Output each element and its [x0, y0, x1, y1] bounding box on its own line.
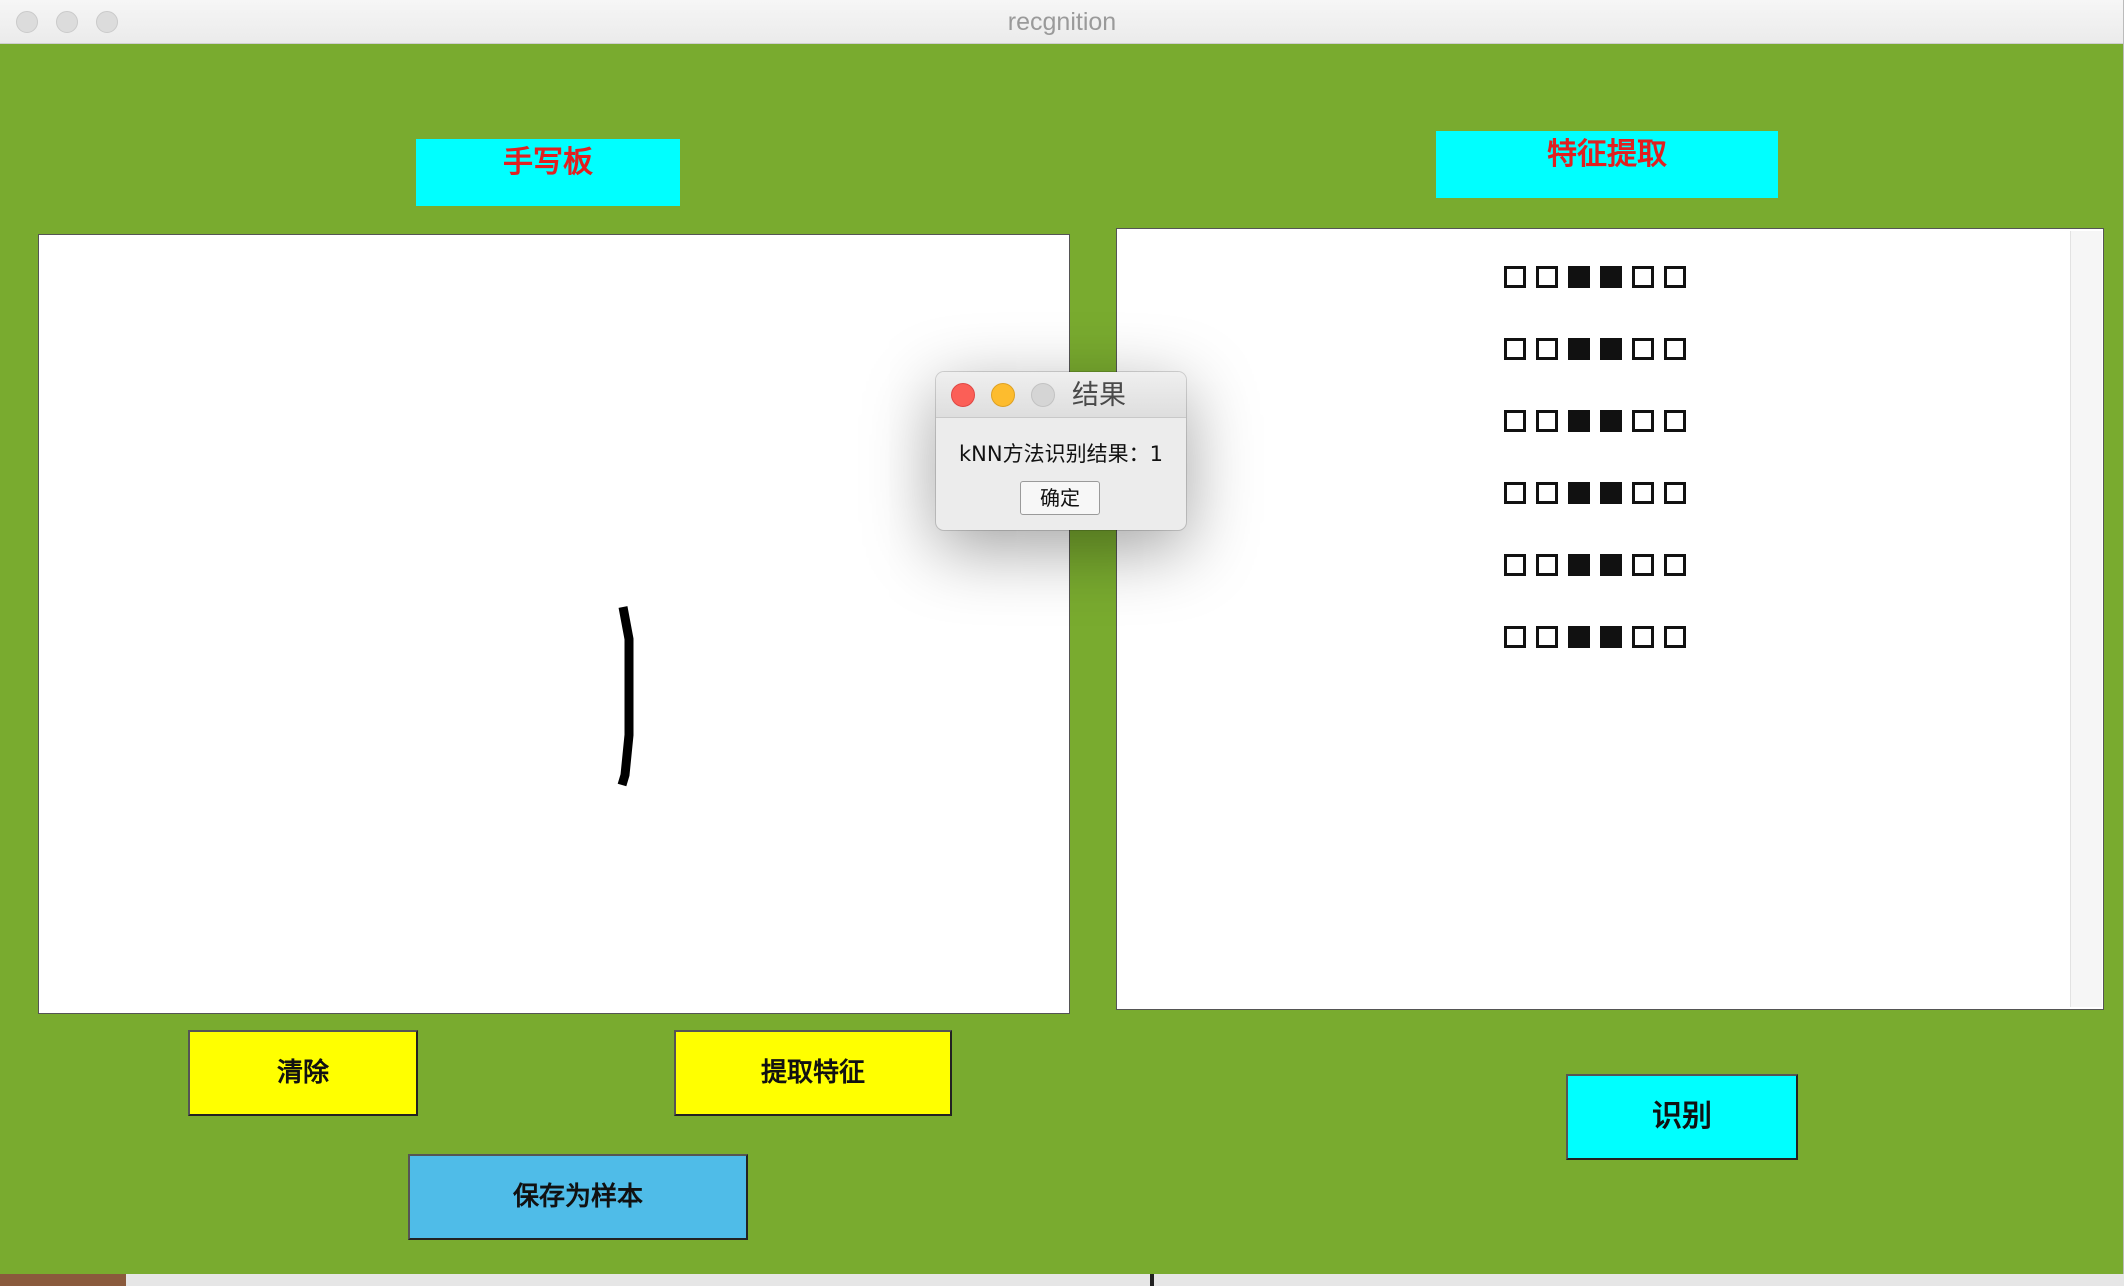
filled-cell [1568, 626, 1590, 648]
empty-cell [1504, 266, 1526, 288]
empty-cell [1504, 626, 1526, 648]
feature-scrollbar[interactable] [2070, 231, 2102, 1007]
feature-grid-row [1504, 338, 1696, 360]
desktop-wallpaper-edge [0, 1272, 126, 1286]
extract-features-button[interactable]: 提取特征 [674, 1030, 952, 1116]
empty-cell [1504, 338, 1526, 360]
empty-cell [1536, 266, 1558, 288]
empty-cell [1536, 554, 1558, 576]
feature-display-box [1116, 228, 2104, 1010]
feature-grid [1504, 266, 1696, 698]
filled-cell [1600, 338, 1622, 360]
feature-extraction-label: 特征提取 [1436, 131, 1778, 198]
clear-button[interactable]: 清除 [188, 1030, 418, 1116]
filled-cell [1568, 482, 1590, 504]
handwriting-pad-label: 手写板 [416, 139, 680, 206]
feature-grid-row [1504, 410, 1696, 432]
empty-cell [1632, 410, 1654, 432]
feature-grid-row [1504, 626, 1696, 648]
dialog-zoom-button [1031, 383, 1055, 407]
empty-cell [1536, 410, 1558, 432]
empty-cell [1632, 554, 1654, 576]
filled-cell [1600, 626, 1622, 648]
empty-cell [1632, 626, 1654, 648]
empty-cell [1632, 266, 1654, 288]
handwriting-canvas[interactable] [38, 234, 1070, 1014]
empty-cell [1504, 482, 1526, 504]
filled-cell [1600, 266, 1622, 288]
empty-cell [1504, 410, 1526, 432]
dialog-close-button[interactable] [951, 383, 975, 407]
empty-cell [1536, 626, 1558, 648]
desktop-background [0, 1272, 2124, 1286]
window-title: recgnition [1007, 8, 1117, 36]
main-window: recgnition 手写板 清除 提取特征 保存为样本 特征提取 识别 [0, 0, 2124, 1274]
empty-cell [1664, 410, 1686, 432]
filled-cell [1600, 410, 1622, 432]
empty-cell [1664, 554, 1686, 576]
handwritten-stroke [617, 606, 634, 787]
dialog-minimize-button[interactable] [991, 383, 1015, 407]
empty-cell [1632, 482, 1654, 504]
feature-grid-row [1504, 482, 1696, 504]
save-as-sample-button[interactable]: 保存为样本 [408, 1154, 748, 1240]
desktop-divider [1150, 1272, 1154, 1286]
empty-cell [1664, 482, 1686, 504]
feature-grid-row [1504, 554, 1696, 576]
feature-grid-row [1504, 266, 1696, 288]
empty-cell [1632, 338, 1654, 360]
empty-cell [1664, 338, 1686, 360]
filled-cell [1568, 338, 1590, 360]
recognize-button[interactable]: 识别 [1566, 1074, 1798, 1160]
ok-button[interactable]: 确定 [1020, 481, 1100, 515]
filled-cell [1600, 482, 1622, 504]
filled-cell [1568, 410, 1590, 432]
empty-cell [1664, 266, 1686, 288]
filled-cell [1600, 554, 1622, 576]
empty-cell [1664, 626, 1686, 648]
filled-cell [1568, 266, 1590, 288]
empty-cell [1536, 338, 1558, 360]
result-message: kNN方法识别结果：1 [959, 442, 1163, 466]
filled-cell [1568, 554, 1590, 576]
empty-cell [1536, 482, 1558, 504]
result-dialog-title: 结果 [1072, 380, 1126, 411]
empty-cell [1504, 554, 1526, 576]
